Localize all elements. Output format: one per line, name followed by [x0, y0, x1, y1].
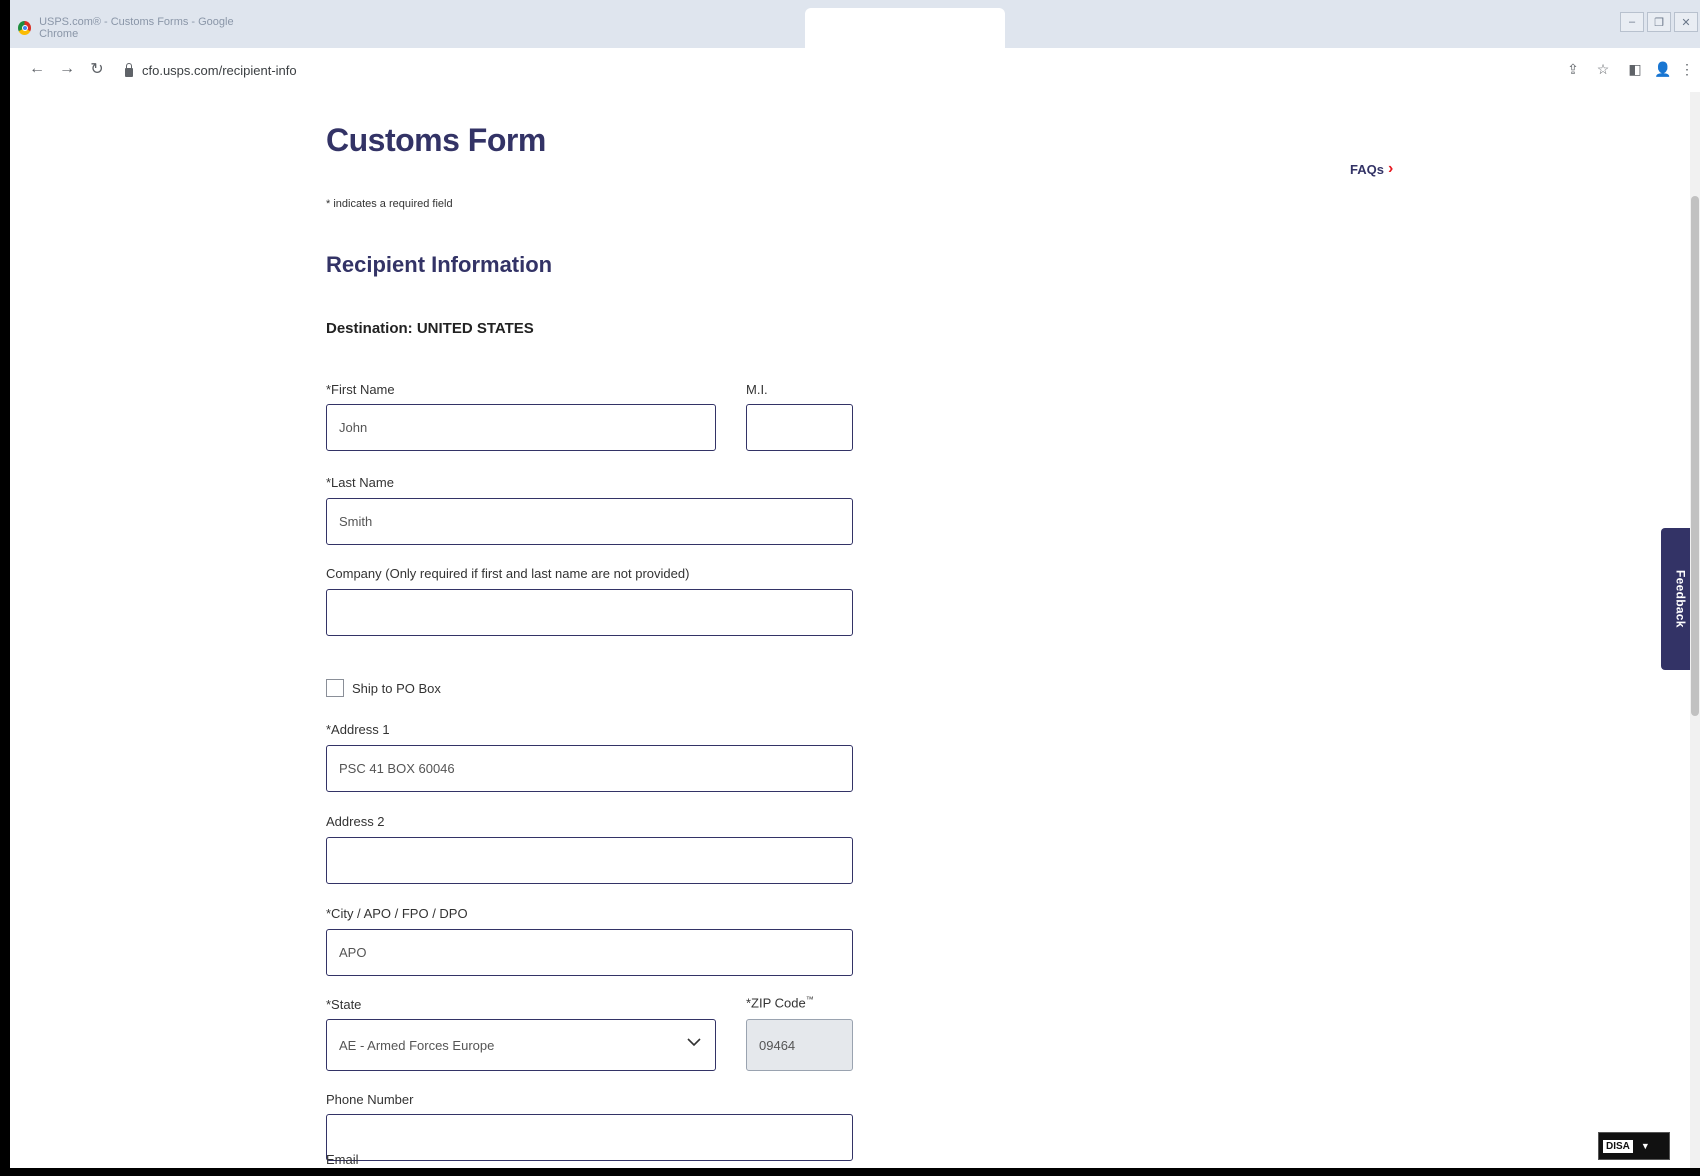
minimize-button[interactable]: – [1620, 12, 1644, 32]
email-label: Email [326, 1152, 359, 1167]
section-title: Recipient Information [326, 252, 553, 277]
window-controls: – ❐ ✕ [1620, 12, 1698, 32]
share-icon[interactable]: ⇪ [1562, 58, 1584, 80]
scrollbar[interactable] [1690, 92, 1700, 1168]
state-value: AE - Armed Forces Europe [339, 1037, 495, 1053]
tab-background-2[interactable] [600, 8, 800, 48]
sidepanel-icon[interactable]: ◧ [1624, 58, 1646, 80]
po-box-label[interactable]: Ship to PO Box [352, 681, 441, 696]
tab-usps[interactable]: USPS.com® - Customs Forms - Google Chrom… [10, 8, 260, 48]
address2-field[interactable] [326, 837, 853, 884]
company-label: Company (Only required if first and last… [326, 566, 690, 581]
tab-strip: USPS.com® - Customs Forms - Google Chrom… [10, 8, 1700, 48]
chevron-down-icon [687, 1038, 701, 1047]
lock-icon [125, 62, 133, 77]
reload-icon[interactable]: ↻ [86, 58, 108, 80]
star-icon[interactable]: ☆ [1592, 58, 1614, 80]
browser-toolbar: ← → ↻ cfo.usps.com/recipient-info ⇪ ☆ ◧ … [10, 48, 1700, 93]
state-select[interactable]: AE - Armed Forces Europe [326, 1019, 716, 1071]
page-content: Customs Form FAQs › * indicates a requir… [10, 92, 1700, 1168]
zip-trademark: ™ [805, 995, 814, 1004]
city-label: *City / APO / FPO / DPO [326, 906, 468, 921]
faqs-link[interactable]: FAQs › [1350, 160, 1393, 178]
state-label: *State [326, 997, 362, 1012]
profile-icon[interactable]: 👤 [1652, 58, 1674, 80]
title-bar: USPS.com® - Customs Forms - Google Chrom… [10, 0, 1700, 48]
first-name-field[interactable]: John [326, 404, 716, 451]
destination-label: Destination: UNITED STATES [326, 320, 534, 337]
required-note: * indicates a required field [326, 198, 453, 210]
city-field[interactable]: APO [326, 929, 853, 976]
browser-window: USPS.com® - Customs Forms - Google Chrom… [10, 0, 1700, 1168]
back-arrow-icon[interactable]: ← [26, 58, 48, 80]
zip-label-text: *ZIP Code [746, 995, 806, 1011]
address-bar[interactable]: cfo.usps.com/recipient-info [125, 60, 297, 80]
zip-label: *ZIP Code™ [746, 995, 814, 1010]
disa-badge[interactable]: DISA ▼ [1598, 1132, 1670, 1160]
restore-button[interactable]: ❐ [1647, 12, 1671, 32]
faqs-label: FAQs [1350, 161, 1384, 177]
address1-field[interactable]: PSC 41 BOX 60046 [326, 745, 853, 792]
tab-active[interactable] [805, 8, 1005, 48]
phone-label: Phone Number [326, 1092, 414, 1107]
address2-label: Address 2 [326, 814, 385, 829]
disa-logo: DISA [1603, 1139, 1633, 1153]
close-window-button[interactable]: ✕ [1674, 12, 1698, 32]
chrome-logo-icon [18, 21, 32, 35]
page-title: Customs Form [326, 122, 546, 158]
forward-arrow-icon[interactable]: → [56, 58, 78, 80]
chevron-right-icon: › [1387, 160, 1394, 177]
feedback-label: Feedback [1673, 570, 1688, 628]
address1-label: *Address 1 [326, 722, 390, 737]
mi-field[interactable] [746, 404, 853, 451]
first-name-label: *First Name [326, 382, 395, 397]
tab-title: USPS.com® - Customs Forms - Google Chrom… [39, 16, 234, 40]
company-field[interactable] [326, 589, 853, 636]
last-name-label: *Last Name [326, 475, 394, 490]
po-box-checkbox[interactable] [326, 679, 344, 697]
last-name-field[interactable]: Smith [326, 498, 853, 545]
phone-field[interactable] [326, 1114, 853, 1161]
mi-label: M.I. [746, 382, 768, 397]
scrollbar-thumb[interactable] [1691, 196, 1699, 716]
caret-down-icon: ▼ [1640, 1141, 1650, 1151]
tab-background-1[interactable] [400, 8, 600, 48]
url-text: cfo.usps.com/recipient-info [142, 62, 297, 78]
zip-field[interactable]: 09464 [746, 1019, 853, 1071]
menu-dots-icon[interactable]: ⋮ [1676, 58, 1698, 80]
